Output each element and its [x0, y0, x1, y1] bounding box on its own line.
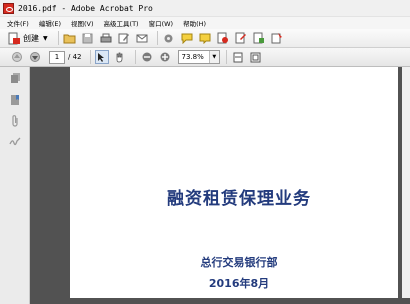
arrow-up-icon	[12, 52, 22, 62]
create-label: 创建	[23, 33, 39, 43]
toolbar-separator	[89, 50, 91, 64]
hand-tool-button[interactable]	[113, 50, 127, 64]
minus-icon	[142, 52, 151, 62]
toolbar-separator	[57, 31, 59, 45]
settings-button[interactable]	[162, 31, 176, 45]
zoom-in-button[interactable]	[158, 50, 172, 64]
document-viewport[interactable]: 融资租赁保理业务 总行交易银行部 2016年8月	[30, 67, 410, 304]
menu-file[interactable]: 文件(F)	[7, 18, 29, 28]
document-title: 融资租赁保理业务	[167, 189, 311, 209]
zoom-value: 73.8%	[181, 52, 204, 61]
create-pdf-icon	[8, 32, 20, 44]
menu-view[interactable]: 视图(V)	[71, 18, 94, 28]
toolbar-separator	[134, 50, 136, 64]
print-button[interactable]	[99, 31, 113, 45]
form-icon	[271, 33, 282, 44]
chevron-down-icon[interactable]: ▼	[208, 51, 219, 63]
comment-icon	[181, 33, 193, 44]
fit-page-button[interactable]	[249, 50, 263, 64]
arrow-down-icon	[30, 52, 40, 62]
gear-icon	[164, 34, 173, 42]
page-thumbnails-button[interactable]	[9, 72, 21, 84]
page-total: / 42	[68, 53, 82, 61]
review-button[interactable]	[252, 31, 266, 45]
attachments-button[interactable]	[9, 115, 21, 127]
select-tool-button[interactable]	[94, 50, 109, 64]
menu-window[interactable]: 窗口(W)	[149, 18, 174, 28]
menu-advanced-tools[interactable]: 高级工具(T)	[104, 18, 139, 28]
acrobat-app-icon	[3, 2, 14, 14]
toolbar-separator	[156, 31, 158, 45]
navigation-panel	[0, 67, 30, 304]
paperclip-icon	[12, 115, 18, 127]
edit-icon	[118, 33, 129, 44]
chevron-down-icon: ▼	[43, 34, 48, 42]
hand-icon	[116, 52, 122, 62]
save-button[interactable]	[81, 31, 95, 45]
email-button[interactable]	[135, 31, 149, 45]
bookmarks-button[interactable]	[9, 94, 21, 106]
open-folder-icon	[63, 34, 76, 43]
zoom-out-button[interactable]	[140, 50, 154, 64]
document-date: 2016年8月	[208, 277, 270, 290]
document-department: 总行交易银行部	[200, 256, 278, 269]
vertical-scrollbar[interactable]	[402, 67, 410, 298]
review-icon	[253, 32, 264, 44]
stamp-button[interactable]	[198, 31, 212, 45]
fit-page-icon	[250, 52, 261, 62]
cursor-icon	[98, 52, 104, 62]
pdf-page: 融资租赁保理业务 总行交易银行部 2016年8月	[70, 67, 398, 298]
menu-bar: 文件(F) 编辑(E) 视图(V) 高级工具(T) 窗口(W) 帮助(H)	[0, 17, 410, 29]
navigation-toolbar: 1 / 42 73.8% ▼	[0, 48, 410, 67]
menu-help[interactable]: 帮助(H)	[183, 18, 206, 28]
comment-button[interactable]	[180, 31, 194, 45]
toolbar-separator	[225, 50, 227, 64]
fit-width-button[interactable]	[231, 50, 245, 64]
secure-button[interactable]	[216, 31, 230, 45]
zoom-select[interactable]: 73.8% ▼	[177, 50, 220, 64]
fit-width-icon	[233, 52, 243, 62]
title-bar: 2016.pdf - Adobe Acrobat Pro	[0, 0, 410, 17]
stamp-icon	[199, 33, 211, 44]
plus-icon	[160, 52, 169, 62]
pages-icon	[10, 73, 20, 83]
form-button[interactable]	[270, 31, 284, 45]
menu-edit[interactable]: 编辑(E)	[39, 18, 61, 28]
open-button[interactable]	[63, 31, 77, 45]
signature-icon	[9, 137, 21, 145]
email-icon	[136, 34, 148, 42]
sign-icon	[235, 32, 246, 44]
create-button[interactable]: 创建 ▼	[8, 31, 48, 46]
save-icon	[82, 33, 93, 43]
secure-icon	[217, 32, 228, 44]
bookmark-icon	[11, 95, 19, 105]
sign-button[interactable]	[234, 31, 248, 45]
next-page-button[interactable]	[28, 50, 42, 64]
signatures-button[interactable]	[9, 135, 21, 147]
previous-page-button[interactable]	[10, 50, 24, 64]
window-title: 2016.pdf - Adobe Acrobat Pro	[18, 3, 153, 13]
print-icon	[100, 33, 112, 42]
main-toolbar: 创建 ▼	[0, 29, 410, 48]
page-number-input[interactable]: 1	[49, 50, 65, 64]
edit-button[interactable]	[117, 31, 131, 45]
